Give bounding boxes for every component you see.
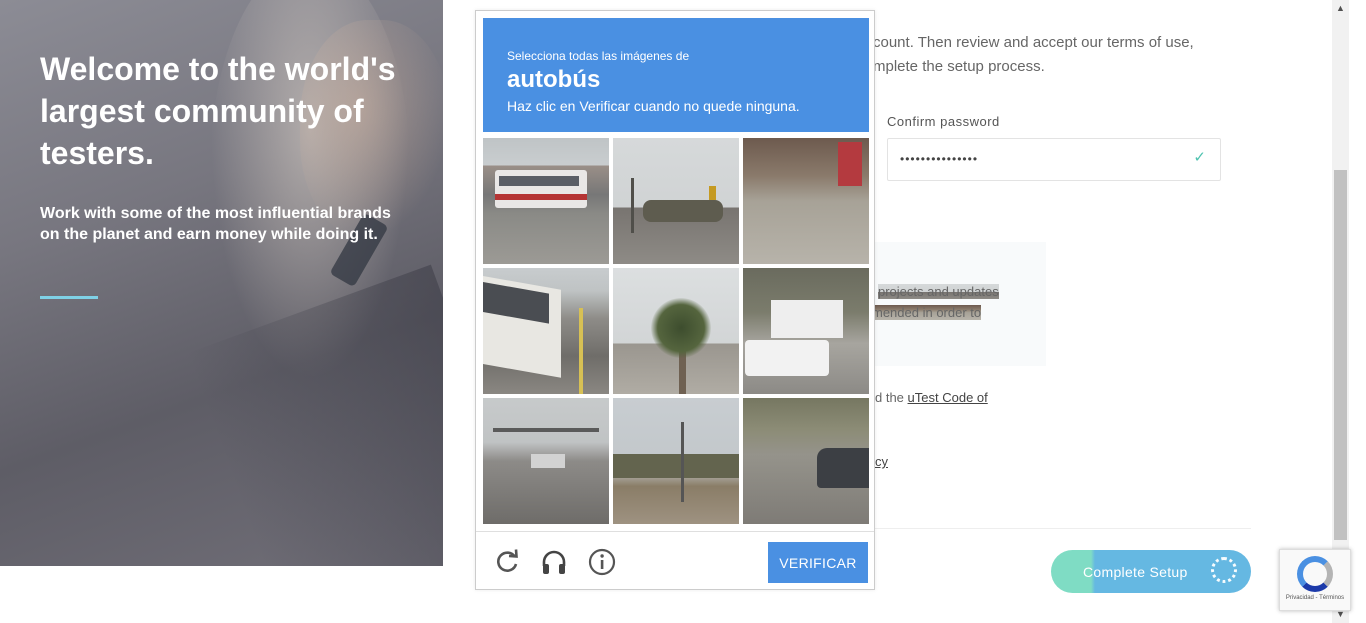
hero-panel: Welcome to the world's largest community… [0, 0, 443, 566]
code-of-conduct-link[interactable]: uTest Code of [908, 390, 988, 405]
confirm-password-field[interactable]: ••••••••••••••• ✓ [887, 138, 1221, 181]
hero-title: Welcome to the world's largest community… [40, 51, 396, 171]
newsletter-info-box: projects and updates mended in order to [860, 242, 1046, 366]
code-of-conduct-line: d the uTest Code of [875, 390, 988, 405]
scroll-up-arrow-icon[interactable]: ▲ [1332, 0, 1349, 17]
loading-spinner-icon [1211, 557, 1237, 583]
info-line-1: projects and updates [878, 284, 999, 299]
info-line-2: mended in order to [872, 305, 982, 320]
recaptcha-logo-icon [1297, 556, 1333, 592]
recaptcha-badge-text[interactable]: Privacidad - Términos [1280, 595, 1350, 601]
hero-accent-bar [40, 296, 98, 299]
captcha-tile-4[interactable] [483, 268, 609, 394]
captcha-hint: Haz clic en Verificar cuando no quede ni… [507, 98, 800, 114]
hero-photo-arm [186, 264, 443, 566]
headphones-icon[interactable] [539, 547, 569, 577]
confirm-password-value: ••••••••••••••• [900, 152, 979, 166]
confirm-password-label: Confirm password [887, 114, 1000, 129]
captcha-instruction: Selecciona todas las imágenes de [507, 49, 690, 63]
form-intro: count. Then review and accept our terms … [873, 31, 1233, 79]
captcha-tile-2[interactable] [613, 138, 739, 264]
captcha-target-word: autobús [507, 66, 601, 93]
form-intro-line-2: mplete the setup process. [873, 58, 1045, 75]
reload-icon[interactable] [492, 547, 522, 577]
valid-check-icon: ✓ [1193, 149, 1206, 166]
captcha-tile-5[interactable] [613, 268, 739, 394]
captcha-tile-9[interactable] [743, 398, 869, 524]
captcha-challenge-dialog: Selecciona todas las imágenes de autobús… [475, 10, 875, 590]
captcha-footer-divider [476, 531, 874, 532]
captcha-tile-1[interactable] [483, 138, 609, 264]
form-intro-line-1: count. Then review and accept our terms … [873, 34, 1194, 51]
scrollbar-thumb[interactable] [1334, 170, 1347, 540]
verify-button[interactable]: VERIFICAR [768, 542, 868, 583]
privacy-link-fragment[interactable]: cy [875, 454, 888, 469]
captcha-header: Selecciona todas las imágenes de autobús… [483, 18, 869, 132]
captcha-tile-8[interactable] [613, 398, 739, 524]
hero-subtitle: Work with some of the most influential b… [40, 205, 391, 243]
recaptcha-badge[interactable]: Privacidad - Términos [1279, 549, 1351, 611]
complete-setup-label: Complete Setup [1083, 564, 1188, 580]
complete-setup-button[interactable]: Complete Setup [1051, 550, 1251, 593]
captcha-image-grid [483, 138, 869, 524]
captcha-tile-3[interactable] [743, 138, 869, 264]
form-divider [875, 528, 1251, 529]
captcha-tile-6[interactable] [743, 268, 869, 394]
captcha-tile-7[interactable] [483, 398, 609, 524]
code-prefix: d the [875, 390, 908, 405]
info-icon[interactable] [587, 547, 617, 577]
